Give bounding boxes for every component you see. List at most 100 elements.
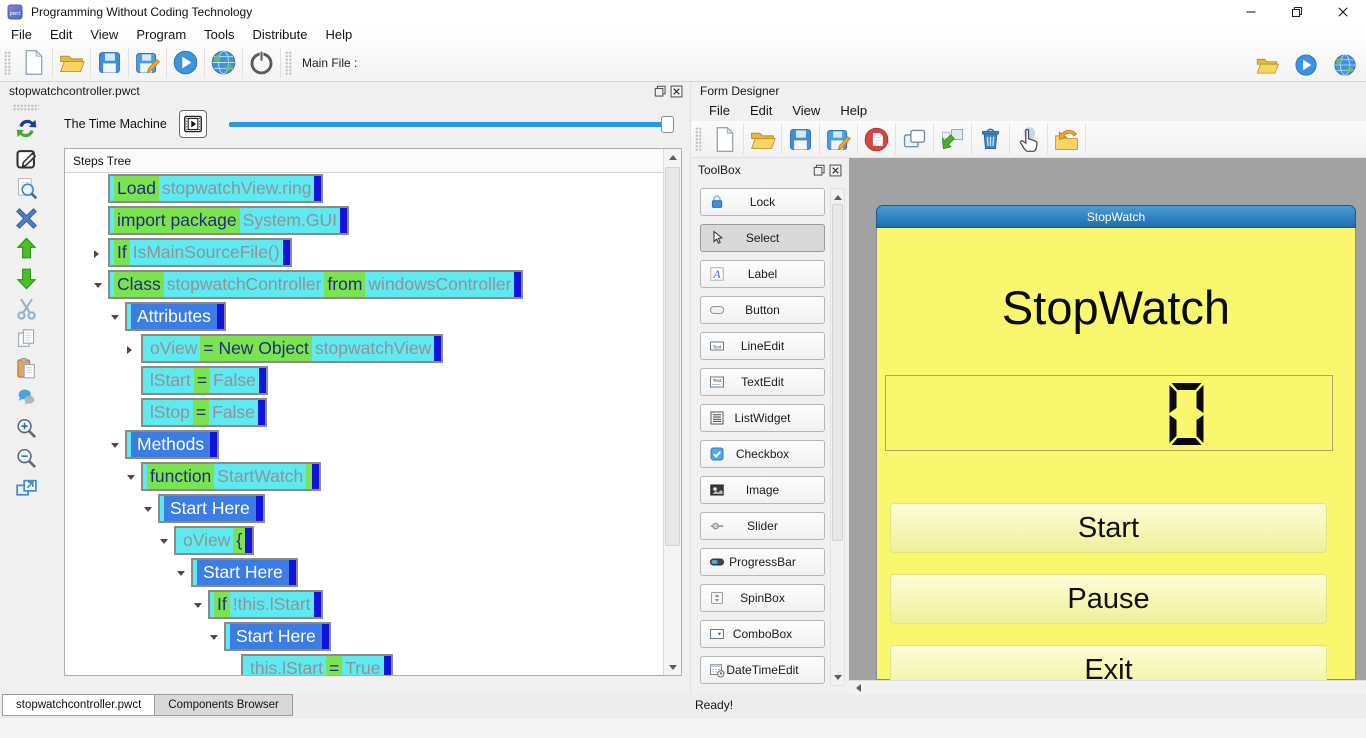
toolbox-progressbar[interactable]: ProgressBar [700, 548, 825, 576]
fd-menu-file[interactable]: File [699, 101, 740, 120]
step-code[interactable]: IfIsMainSourceFile() [108, 238, 292, 267]
zoom-in-button[interactable] [11, 415, 41, 442]
fd-menu-view[interactable]: View [782, 101, 830, 120]
toolbox-image[interactable]: Image [700, 476, 825, 504]
expand-arrow-icon[interactable] [127, 346, 132, 354]
copy-docs-button[interactable] [11, 325, 41, 352]
hand-pointer-button[interactable] [1010, 122, 1047, 156]
step-code[interactable]: lStart=False [141, 366, 268, 395]
paste-clip-button[interactable] [11, 355, 41, 382]
collapse-arrow-icon[interactable] [194, 603, 202, 608]
close-button[interactable] [1320, 0, 1366, 24]
step-block[interactable]: Methods [125, 430, 219, 459]
power-button[interactable] [243, 46, 280, 80]
cut-button[interactable] [11, 295, 41, 322]
toolbox-listwidget[interactable]: ListWidget [700, 404, 825, 432]
toolbox-datetimeedit[interactable]: DateTimeEdit [700, 656, 825, 684]
paste-arrow-button[interactable] [934, 122, 971, 156]
delete-trash-button[interactable] [972, 122, 1009, 156]
close-panel-button[interactable] [670, 85, 683, 98]
form-canvas[interactable]: StopWatch StopWatch StartPauseExit [849, 158, 1366, 694]
restore-folder-button[interactable] [1048, 122, 1085, 156]
new-file-button[interactable] [706, 122, 743, 156]
step-block[interactable]: Start Here [158, 494, 265, 523]
toolbox-lineedit[interactable]: TextLineEdit [700, 332, 825, 360]
toolbox-spinbox[interactable]: SpinBox [700, 584, 825, 612]
restore-button[interactable] [1274, 0, 1320, 24]
close-panel-button[interactable] [829, 164, 842, 177]
toolbox-checkbox[interactable]: Checkbox [700, 440, 825, 468]
time-machine-play-button[interactable] [179, 110, 207, 138]
move-down-button[interactable] [11, 265, 41, 292]
scroll-down-button[interactable] [664, 659, 681, 675]
tab-components-browser[interactable]: Components Browser [155, 694, 293, 716]
save-button[interactable] [91, 46, 128, 80]
close-red-button[interactable] [858, 122, 895, 156]
menu-distribute[interactable]: Distribute [244, 25, 317, 44]
collapse-arrow-icon[interactable] [177, 571, 185, 576]
save-button[interactable] [782, 122, 819, 156]
fd-menu-help[interactable]: Help [830, 101, 877, 120]
step-block[interactable]: Attributes [125, 302, 226, 331]
save-as-button[interactable] [129, 46, 166, 80]
collapse-arrow-icon[interactable] [160, 539, 168, 544]
toolbar-grip[interactable] [4, 51, 11, 75]
menu-help[interactable]: Help [316, 25, 361, 44]
toolbox-slider[interactable]: Slider [700, 512, 825, 540]
form-button-exit[interactable]: Exit [890, 645, 1327, 680]
tab-stopwatchcontroller-pwct[interactable]: stopwatchcontroller.pwct [2, 694, 155, 716]
find-button[interactable] [11, 175, 41, 202]
open-folder-button[interactable] [53, 46, 90, 80]
toolbox-textedit[interactable]: TextTextEdit [700, 368, 825, 396]
fd-menu-edit[interactable]: Edit [740, 101, 782, 120]
step-code[interactable]: oView{ [174, 526, 254, 555]
collapse-arrow-icon[interactable] [210, 635, 218, 640]
minimize-button[interactable] [1228, 0, 1274, 24]
globe-button[interactable] [1330, 48, 1360, 82]
canvas-horizontal-scrollbar[interactable] [849, 680, 1366, 694]
stopwatch-heading-label[interactable]: StopWatch [877, 280, 1355, 335]
form-button-start[interactable]: Start [890, 503, 1327, 553]
step-code[interactable]: oView= New ObjectstopwatchView [141, 334, 443, 363]
save-as-button[interactable] [820, 122, 857, 156]
toolbox-select[interactable]: Select [700, 224, 825, 252]
scrollbar-thumb[interactable] [832, 204, 843, 541]
stopwatch-form-body[interactable]: StopWatch StartPauseExit [876, 228, 1356, 680]
step-code[interactable]: If!this.lStart [208, 590, 323, 619]
zoom-out-button[interactable] [11, 445, 41, 472]
scrollbar-thumb[interactable] [665, 167, 680, 546]
scroll-up-button[interactable] [664, 149, 681, 165]
menu-edit[interactable]: Edit [41, 25, 81, 44]
run-button[interactable] [167, 46, 204, 80]
scroll-down-button[interactable] [831, 669, 844, 685]
sync-button[interactable] [11, 115, 41, 142]
open-folder-button[interactable] [1252, 48, 1282, 82]
step-code[interactable]: this.lStart=True [241, 654, 393, 675]
run-button[interactable] [1291, 48, 1321, 82]
steps-tree-scrollbar[interactable] [663, 149, 681, 675]
stopwatch-form-titlebar[interactable]: StopWatch [876, 205, 1356, 228]
time-machine-slider[interactable] [229, 116, 674, 133]
toolbox-label[interactable]: ALabel [700, 260, 825, 288]
float-panel-button[interactable] [654, 85, 667, 98]
collapse-arrow-icon[interactable] [111, 315, 119, 320]
step-code[interactable]: ClassstopwatchControllerfromwindowsContr… [108, 270, 523, 299]
step-code[interactable]: lStop=False [141, 398, 267, 427]
float-panel-button[interactable] [813, 164, 826, 177]
open-folder-button[interactable] [744, 122, 781, 156]
step-block[interactable]: Start Here [191, 558, 298, 587]
step-block[interactable]: Start Here [224, 622, 331, 651]
menu-program[interactable]: Program [127, 25, 195, 44]
external-button[interactable] [11, 475, 41, 502]
step-code[interactable]: LoadstopwatchView.ring [108, 174, 323, 203]
expand-arrow-icon[interactable] [94, 250, 99, 258]
toolbar-grip[interactable] [695, 127, 702, 151]
toolbox-lock[interactable]: Lock [700, 188, 825, 216]
copy-button[interactable] [896, 122, 933, 156]
slider-handle[interactable] [661, 116, 674, 133]
stopwatch-form-window[interactable]: StopWatch StopWatch StartPauseExit [876, 205, 1356, 680]
toolbar-grip[interactable] [285, 51, 292, 75]
collapse-arrow-icon[interactable] [111, 443, 119, 448]
stopwatch-lcd-display[interactable] [885, 375, 1333, 451]
toolbox-combobox[interactable]: ComboBox [700, 620, 825, 648]
